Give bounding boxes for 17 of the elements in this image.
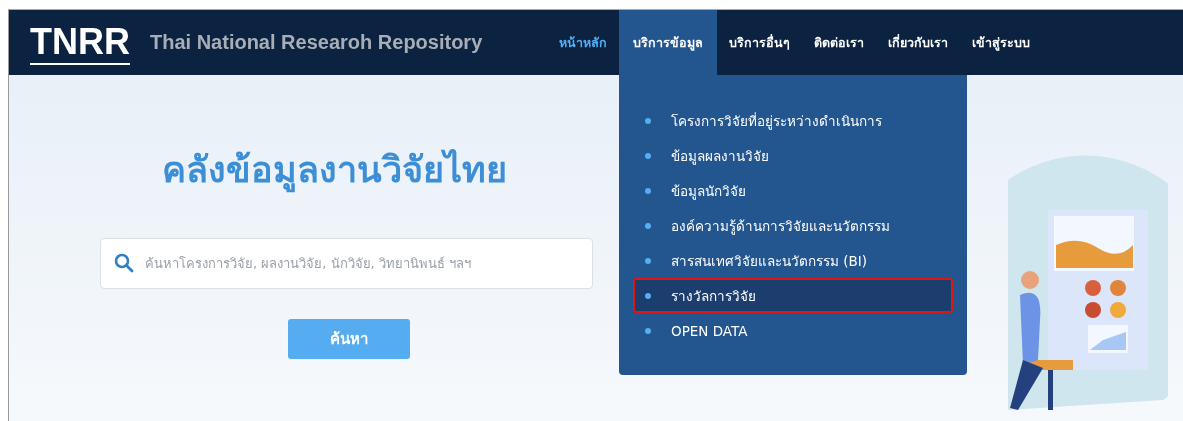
nav-menu-item[interactable]: เกี่ยวกับเรา — [876, 10, 960, 75]
nav-menu-item[interactable]: บริการข้อมูล — [619, 10, 717, 75]
nav-menu-item[interactable]: หน้าหลัก — [547, 10, 619, 75]
hero-title: คลังข้อมูลงานวิจัยไทย — [161, 141, 507, 198]
search-field[interactable]: ค้นหาโครงการวิจัย, ผลงานวิจัย, นักวิจัย, วิทยานิพนธ์ ฯลฯ — [100, 238, 593, 289]
dropdown-item[interactable]: สารสนเทศวิจัยและนวัตกรรม (BI) — [633, 243, 953, 278]
nav-menu-item[interactable]: บริการอื่นๆ — [717, 10, 802, 75]
dropdown-item[interactable]: องค์ความรู้ด้านการวิจัยและนวัตกรรม — [633, 208, 953, 243]
dropdown-item[interactable]: รางวัลการวิจัย — [633, 278, 953, 313]
dropdown-item[interactable]: โครงการวิจัยที่อยู่ระหว่างดำเนินการ — [633, 103, 953, 138]
site-subtitle: Thai National Researoh Repository — [150, 31, 483, 54]
nav-menu-item[interactable]: เข้าสู่ระบบ — [960, 10, 1042, 75]
nav-menu-item[interactable]: ติดต่อเรา — [802, 10, 876, 75]
dropdown-item[interactable]: ข้อมูลนักวิจัย — [633, 173, 953, 208]
dropdown-item[interactable]: OPEN DATA — [633, 313, 953, 348]
logo[interactable]: TNRR — [30, 20, 130, 65]
dropdown-item[interactable]: ข้อมูลผลงานวิจัย — [633, 138, 953, 173]
